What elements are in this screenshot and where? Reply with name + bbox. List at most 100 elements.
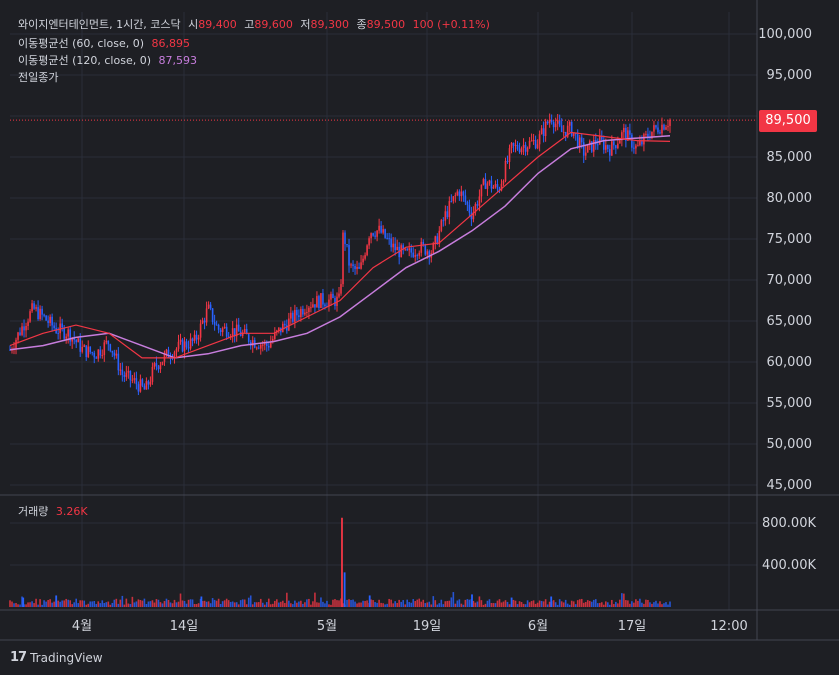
candle-body bbox=[404, 248, 406, 250]
candle-body bbox=[609, 149, 611, 156]
volume-bar bbox=[426, 602, 429, 607]
candle-body bbox=[27, 321, 29, 326]
candle-body bbox=[225, 326, 228, 337]
volume-bar bbox=[364, 600, 366, 607]
volume-bar bbox=[45, 601, 47, 607]
volume-bar bbox=[324, 603, 326, 607]
volume-bar bbox=[386, 603, 388, 607]
candle-body bbox=[39, 308, 41, 320]
time-tick-label: 5월 bbox=[317, 619, 337, 634]
candle-body bbox=[67, 329, 69, 337]
volume-bar bbox=[278, 602, 280, 607]
volume-spike-bar bbox=[471, 594, 473, 607]
candle-body bbox=[522, 144, 525, 148]
candle-body bbox=[388, 238, 390, 240]
volume-bar bbox=[605, 601, 607, 607]
candle-body bbox=[346, 244, 348, 246]
candle-body bbox=[663, 124, 665, 130]
volume-bar bbox=[504, 600, 507, 607]
candle-body bbox=[113, 352, 116, 356]
volume-bar bbox=[428, 601, 431, 607]
candle-body bbox=[544, 121, 547, 137]
volume-bar bbox=[522, 603, 525, 607]
price-tick-label: 55,000 bbox=[767, 396, 813, 411]
candle-body bbox=[611, 141, 613, 156]
volume-bar bbox=[181, 600, 184, 607]
tradingview-branding[interactable]: 17 TradingView bbox=[10, 650, 103, 665]
candle-body bbox=[288, 318, 290, 331]
volume-bar bbox=[502, 601, 505, 607]
candle-body bbox=[219, 329, 222, 333]
candle-body bbox=[332, 293, 334, 299]
volume-bar bbox=[39, 599, 41, 607]
volume-bar bbox=[657, 603, 659, 607]
candle-body bbox=[175, 348, 178, 353]
volume-bar bbox=[123, 604, 126, 607]
volume-bar bbox=[669, 601, 671, 607]
candle-body bbox=[619, 140, 621, 144]
volume-bar bbox=[241, 599, 244, 607]
volume-bar bbox=[623, 593, 625, 607]
volume-bar bbox=[59, 601, 61, 607]
candle-body bbox=[133, 378, 136, 380]
candle-body bbox=[440, 220, 443, 231]
candle-body bbox=[123, 375, 126, 377]
volume-bar bbox=[639, 598, 641, 607]
candle-body bbox=[318, 296, 320, 309]
volume-bar bbox=[629, 603, 631, 607]
volume-bar bbox=[506, 601, 509, 607]
candle-body bbox=[550, 120, 553, 123]
volume-bar bbox=[454, 603, 457, 607]
volume-bar bbox=[558, 599, 561, 607]
candle-body bbox=[314, 304, 316, 308]
volume-bar bbox=[300, 600, 302, 607]
volume-bar bbox=[117, 603, 120, 607]
candle-body bbox=[356, 266, 358, 269]
candle-body bbox=[514, 144, 517, 146]
volume-bar bbox=[217, 598, 220, 607]
candle-body bbox=[83, 345, 86, 347]
candle-body bbox=[177, 341, 180, 349]
volume-bar bbox=[304, 602, 306, 607]
price-tick-label: 85,000 bbox=[767, 150, 813, 165]
volume-bar bbox=[173, 599, 176, 607]
candle-body bbox=[613, 141, 615, 146]
volume-bar bbox=[133, 602, 136, 607]
candle-body bbox=[482, 178, 485, 185]
candle-body bbox=[221, 328, 224, 333]
volume-bar bbox=[19, 604, 21, 607]
volume-bar bbox=[137, 599, 140, 607]
volume-bar bbox=[494, 603, 497, 607]
candle-body bbox=[572, 133, 575, 136]
candle-body bbox=[526, 147, 529, 152]
candle-body bbox=[376, 230, 378, 237]
candle-body bbox=[19, 332, 21, 335]
volume-bar bbox=[81, 600, 84, 607]
volume-bar bbox=[328, 604, 330, 607]
volume-bar bbox=[221, 601, 224, 607]
volume-bar bbox=[446, 600, 449, 607]
candle-body bbox=[77, 338, 80, 343]
candle-body bbox=[414, 255, 417, 257]
volume-bar bbox=[352, 599, 354, 607]
volume-bar bbox=[259, 598, 262, 607]
candle-body bbox=[63, 327, 65, 339]
volume-bar bbox=[177, 601, 180, 607]
candle-body bbox=[342, 232, 344, 285]
volume-bar bbox=[29, 602, 31, 607]
volume-bar bbox=[191, 599, 194, 607]
candle-body bbox=[546, 121, 549, 124]
candle-body bbox=[362, 258, 364, 263]
candle-body bbox=[61, 323, 63, 328]
volume-bar bbox=[578, 599, 581, 607]
candle-body bbox=[157, 366, 160, 370]
tradingview-brand-text: TradingView bbox=[30, 650, 103, 665]
candle-body bbox=[153, 363, 156, 367]
price-chart[interactable]: 45,000 50,000 55,000 60,000 65,000 70,000 75,0… bbox=[0, 0, 839, 675]
candle-body bbox=[33, 303, 35, 309]
volume-bar bbox=[282, 600, 284, 607]
volume-bar bbox=[540, 600, 543, 607]
volume-bar bbox=[274, 600, 276, 607]
volume-bar bbox=[233, 602, 236, 607]
candle-body bbox=[460, 191, 463, 197]
